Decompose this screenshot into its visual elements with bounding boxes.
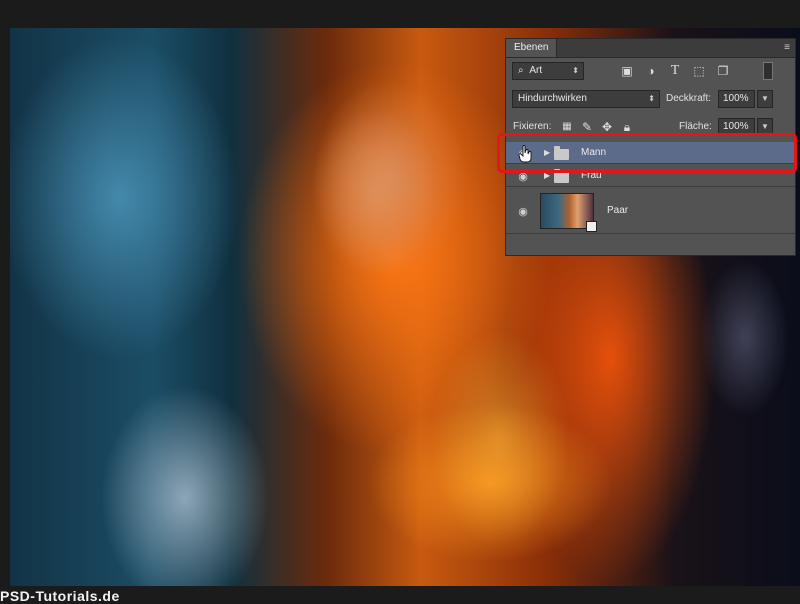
layer-row-paar[interactable]: ◉ Paar (506, 188, 795, 234)
layer-name: Paar (607, 205, 629, 216)
flame-highlight (430, 328, 570, 548)
fill-value: 100% (723, 121, 749, 132)
smartobject-filter-icon[interactable]: ❐ (715, 63, 731, 79)
adjustment-filter-icon[interactable]: ◑ (643, 63, 659, 79)
filter-toggle-icon[interactable] (763, 62, 773, 80)
folder-icon (554, 169, 569, 183)
hand-cursor-icon (518, 145, 532, 163)
filter-label: Art (529, 65, 543, 76)
chevron-updown-icon: ⬍ (572, 66, 579, 75)
face-highlight (310, 108, 440, 278)
blend-mode-value: Hindurchwirken (518, 93, 587, 104)
shape-filter-icon[interactable]: ⬚ (691, 63, 707, 79)
panel-menu-icon[interactable]: ≡ (784, 42, 790, 53)
search-icon: ⌕ (518, 65, 524, 76)
opacity-dropdown-button[interactable]: ▼ (757, 90, 773, 108)
layer-filter-select[interactable]: ⌕ Art ⬍ (512, 62, 584, 80)
opacity-label: Deckkraft: (666, 93, 712, 104)
type-filter-icon[interactable]: T (667, 63, 683, 79)
blend-mode-select[interactable]: Hindurchwirken ⬍ (512, 90, 660, 108)
opacity-field[interactable]: 100% (718, 90, 755, 108)
smart-object-badge-icon (586, 221, 597, 232)
watermark-caption: PSD-Tutorials.de (0, 588, 120, 604)
smoke-wisp (700, 258, 790, 418)
chevron-updown-icon: ⬍ (648, 94, 655, 103)
tab-ebenen[interactable]: Ebenen (506, 39, 558, 57)
pixel-filter-icon[interactable]: ▣ (619, 63, 635, 79)
visibility-eye-icon[interactable]: ◉ (516, 205, 530, 218)
opacity-value: 100% (723, 93, 749, 104)
panel-tabbar: Ebenen ≡ (506, 39, 795, 58)
highlight-frame (497, 133, 797, 173)
